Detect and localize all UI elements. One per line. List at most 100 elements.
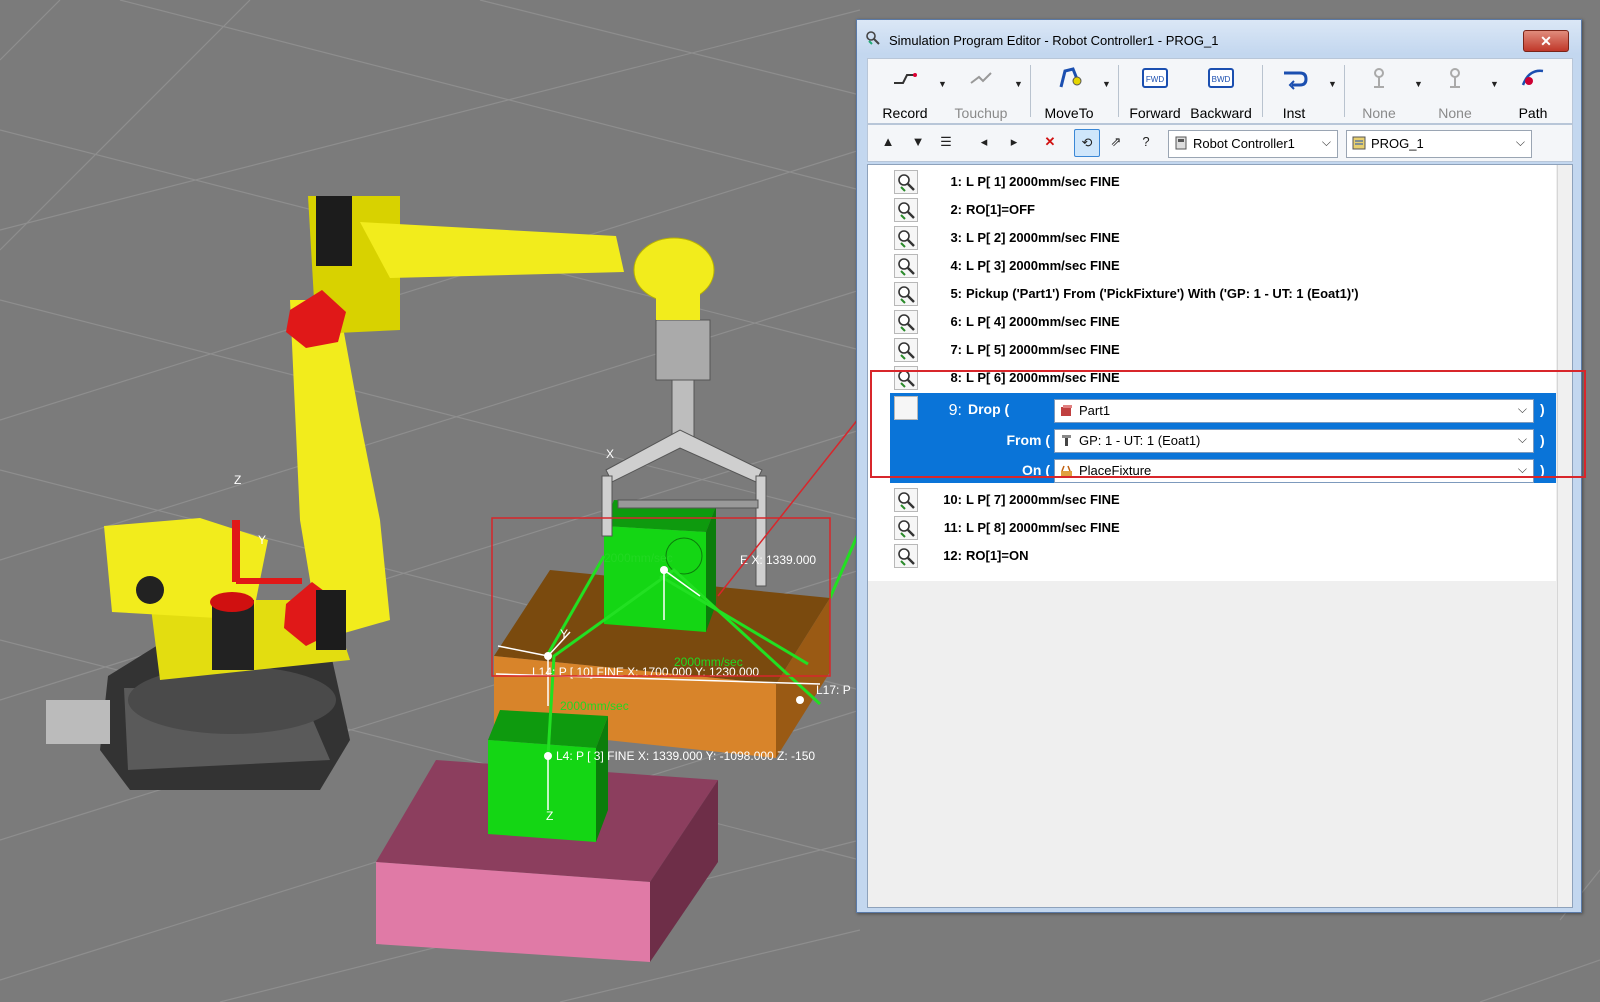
line-number: 10: xyxy=(943,492,962,507)
line-statement: Pickup ('Part1') From ('PickFixture') Wi… xyxy=(966,286,1359,301)
window-title: Simulation Program Editor - Robot Contro… xyxy=(889,33,1219,48)
zoom-to-icon[interactable] xyxy=(894,226,918,250)
title-bar[interactable]: Simulation Program Editor - Robot Contro… xyxy=(857,20,1581,54)
touchup-dropdown-icon[interactable]: ▼ xyxy=(1014,79,1024,89)
gripper-disabled-icon xyxy=(1374,68,1384,88)
zoom-to-icon[interactable] xyxy=(894,198,918,222)
zoom-to-icon[interactable] xyxy=(894,282,918,306)
line-statement: L P[ 3] 2000mm/sec FINE xyxy=(966,258,1120,273)
line-statement: RO[1]=ON xyxy=(966,548,1029,563)
l17-point-label: L17: P xyxy=(816,683,851,697)
part-on-place-fixture xyxy=(604,500,716,632)
vertical-scrollbar[interactable] xyxy=(1557,165,1572,907)
editor-app-icon xyxy=(866,31,880,45)
line-number: 7: xyxy=(950,342,962,357)
line-number: 5: xyxy=(950,286,962,301)
program-line[interactable]: 11: L P[ 8] 2000mm/sec FINE xyxy=(868,513,1556,541)
backward-button[interactable]: BWD Backward xyxy=(1188,61,1254,121)
line-number: 11: xyxy=(943,520,962,535)
program-line[interactable]: 1: L P[ 1] 2000mm/sec FINE xyxy=(868,167,1556,195)
none-button-2[interactable]: None xyxy=(1428,61,1482,121)
moveto-dropdown-icon[interactable]: ▼ xyxy=(1102,79,1112,89)
controller-select[interactable]: Robot Controller1 ⌵ xyxy=(1168,130,1338,158)
line-statement: L P[ 7] 2000mm/sec FINE xyxy=(966,492,1120,507)
link-icon[interactable]: ⇗ xyxy=(1104,129,1128,155)
secondary-toolbar: ▲ ▼ ☰ ◂ ▸ ✕ ⟲ ⇗ ? Robot Controller1 ⌵ PR… xyxy=(867,124,1573,162)
touchup-button[interactable]: Touchup xyxy=(950,61,1012,121)
frame-z-label: Z xyxy=(546,809,553,823)
gripper-x-label: X xyxy=(606,447,614,461)
zoom-to-icon[interactable] xyxy=(894,544,918,568)
ex-point-label: E X: 1339.000 xyxy=(740,553,816,567)
touchup-icon xyxy=(970,72,992,84)
instruction-highlight-box xyxy=(870,370,1586,478)
chevron-down-icon: ⌵ xyxy=(1515,135,1525,149)
none1-dropdown-icon[interactable]: ▼ xyxy=(1414,79,1424,89)
moveto-icon xyxy=(1059,67,1082,88)
inst-icon xyxy=(1284,71,1308,90)
gripper-disabled-icon xyxy=(1450,68,1460,88)
line-statement: L P[ 2] 2000mm/sec FINE xyxy=(966,230,1120,245)
program-line[interactable]: 10: L P[ 7] 2000mm/sec FINE xyxy=(868,485,1556,513)
program-line[interactable]: 2: RO[1]=OFF xyxy=(868,195,1556,223)
none-button-1[interactable]: None xyxy=(1352,61,1406,121)
line-number: 6: xyxy=(950,314,962,329)
previous-icon[interactable]: ◂ xyxy=(972,129,996,155)
toolbar-separator xyxy=(1030,65,1031,117)
program-line[interactable]: 4: L P[ 3] 2000mm/sec FINE xyxy=(868,251,1556,279)
zoom-to-icon[interactable] xyxy=(894,310,918,334)
svg-text:FWD: FWD xyxy=(1146,75,1164,84)
toolbar-separator xyxy=(1118,65,1119,117)
forward-icon: FWD xyxy=(1142,68,1168,88)
line-number: 1: xyxy=(950,174,962,189)
backward-icon: BWD xyxy=(1208,68,1234,88)
line-statement: RO[1]=OFF xyxy=(966,202,1035,217)
program-line[interactable]: 12: RO[1]=ON xyxy=(868,541,1556,569)
line-statement: L P[ 1] 2000mm/sec FINE xyxy=(966,174,1120,189)
program-line[interactable]: 6: L P[ 4] 2000mm/sec FINE xyxy=(868,307,1556,335)
none2-dropdown-icon[interactable]: ▼ xyxy=(1490,79,1500,89)
next-icon[interactable]: ▸ xyxy=(1002,129,1026,155)
chevron-down-icon: ⌵ xyxy=(1321,135,1331,149)
path-icon xyxy=(1521,69,1544,86)
toolbar-separator xyxy=(1344,65,1345,117)
line-number: 12: xyxy=(943,548,962,563)
record-dropdown-icon[interactable]: ▼ xyxy=(938,79,948,89)
program-select[interactable]: PROG_1 ⌵ xyxy=(1346,130,1532,158)
zoom-to-icon[interactable] xyxy=(894,488,918,512)
zoom-to-icon[interactable] xyxy=(894,170,918,194)
main-toolbar: Record ▼ Touchup ▼ MoveTo ▼ FWD Forward … xyxy=(867,58,1573,124)
l4-point-label: L4: P [ 3] FINE X: 1339.000 Y: -1098.000… xyxy=(556,749,815,763)
program-icon xyxy=(1352,136,1366,150)
zoom-to-icon[interactable] xyxy=(894,516,918,540)
program-listing[interactable]: 1: L P[ 1] 2000mm/sec FINE 2: RO[1]=OFF 3: L … xyxy=(867,164,1573,908)
controller-icon xyxy=(1175,136,1187,150)
renumber-icon[interactable]: ☰ xyxy=(934,129,958,155)
program-line[interactable]: 5: Pickup ('Part1') From ('PickFixture') … xyxy=(868,279,1556,307)
speed-label-3: 2000mm/sec xyxy=(604,551,673,565)
forward-button[interactable]: FWD Forward xyxy=(1124,61,1186,121)
program-line[interactable]: 3: L P[ 2] 2000mm/sec FINE xyxy=(868,223,1556,251)
close-button[interactable]: ✕ xyxy=(1523,30,1569,52)
line-statement: L P[ 4] 2000mm/sec FINE xyxy=(966,314,1120,329)
inst-dropdown-icon[interactable]: ▼ xyxy=(1328,79,1338,89)
move-up-icon[interactable]: ▲ xyxy=(876,129,900,155)
delete-icon[interactable]: ✕ xyxy=(1038,129,1062,155)
inst-button[interactable]: Inst xyxy=(1270,61,1318,121)
help-icon[interactable]: ? xyxy=(1134,129,1158,155)
path-button[interactable]: Path xyxy=(1506,61,1560,121)
line-number: 4: xyxy=(950,258,962,273)
robot-moveto-toggle-icon[interactable]: ⟲ xyxy=(1074,129,1100,157)
zoom-to-icon[interactable] xyxy=(894,338,918,362)
move-down-icon[interactable]: ▼ xyxy=(906,129,930,155)
line-number: 3: xyxy=(950,230,962,245)
toolbar-separator xyxy=(1262,65,1263,117)
moveto-button[interactable]: MoveTo xyxy=(1038,61,1100,121)
record-icon xyxy=(894,73,917,84)
line-statement: L P[ 5] 2000mm/sec FINE xyxy=(966,342,1120,357)
program-line[interactable]: 7: L P[ 5] 2000mm/sec FINE xyxy=(868,335,1556,363)
line-number: 2: xyxy=(950,202,962,217)
world-y-label: Y xyxy=(258,533,266,547)
zoom-to-icon[interactable] xyxy=(894,254,918,278)
record-button[interactable]: Record xyxy=(876,61,934,121)
